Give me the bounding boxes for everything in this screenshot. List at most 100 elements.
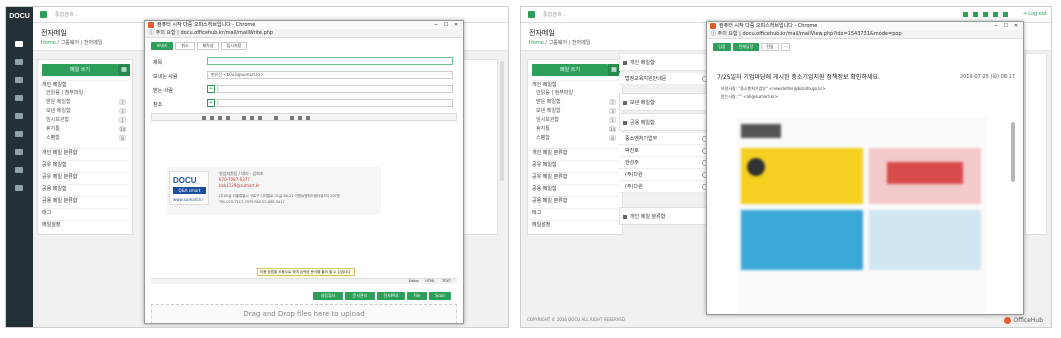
attach-my-computer-button[interactable]: 내컴퓨터 bbox=[313, 292, 343, 300]
shared-row[interactable]: (주)다원 bbox=[619, 181, 711, 193]
shared-row[interactable]: (주)다원 bbox=[619, 169, 711, 181]
public-class-header[interactable]: 공용 메일 분류함 bbox=[42, 196, 128, 205]
personal-box[interactable]: 개인 메일함 bbox=[619, 53, 711, 71]
send-button[interactable]: 보내기 bbox=[151, 42, 173, 50]
shared-mailbox-header[interactable]: 공유 메일함 bbox=[42, 160, 128, 169]
search-input-2[interactable]: 통합검색... bbox=[539, 10, 629, 20]
dropzone[interactable]: Drag and Drop files here to upload bbox=[151, 304, 457, 323]
tag-header[interactable]: 태그 bbox=[42, 208, 128, 217]
receiver-value[interactable]: "" <all@sumart.kr> bbox=[738, 94, 778, 99]
bold-icon[interactable] bbox=[202, 116, 206, 120]
document-nav-icon[interactable] bbox=[15, 59, 23, 65]
cancel-button[interactable]: 취소 bbox=[175, 42, 195, 50]
to-add-icon[interactable]: + bbox=[207, 85, 215, 93]
personal-mailbox-header-2[interactable]: 개인 메일함 bbox=[532, 80, 618, 89]
sent-item[interactable]: 보낸 메일함 3 bbox=[46, 107, 128, 116]
shared-row[interactable]: 중소벤처기업부 bbox=[619, 133, 711, 145]
bg-scrollbar[interactable] bbox=[500, 61, 504, 181]
unread-item[interactable]: 안읽음 | 첨부파일 bbox=[46, 89, 128, 98]
shared-row[interactable]: 한성주 bbox=[619, 157, 711, 169]
attach-document-button[interactable]: 문서관리 bbox=[345, 292, 375, 300]
unread-item-2[interactable]: 안읽음 | 첨부파일 bbox=[536, 89, 618, 98]
inbox-item[interactable]: 받은 메일함 7 bbox=[46, 98, 128, 107]
menu-toggle-icon[interactable] bbox=[40, 11, 47, 18]
breadcrumb-home-2[interactable]: Home bbox=[529, 40, 544, 46]
view-scrollbar[interactable] bbox=[1011, 122, 1015, 182]
align-left-icon[interactable] bbox=[242, 116, 246, 120]
shared-box[interactable]: 공용 메일함 bbox=[619, 113, 711, 131]
view-url-bar[interactable]: ⓘ 주의 요함 | docu.officehub.kr/mail/mailVie… bbox=[707, 30, 1023, 39]
print-nav-icon[interactable] bbox=[15, 149, 23, 155]
link-icon[interactable] bbox=[290, 116, 294, 120]
alarm-icon[interactable] bbox=[973, 12, 978, 17]
mode-editor[interactable]: Editor bbox=[409, 279, 419, 283]
image-icon[interactable] bbox=[298, 116, 302, 120]
calendar-nav-icon[interactable] bbox=[15, 95, 23, 101]
tag-header-2[interactable]: 태그 bbox=[532, 208, 618, 217]
camera-nav-icon[interactable] bbox=[15, 131, 23, 137]
tools-nav-icon[interactable] bbox=[15, 167, 23, 173]
mail-nav-icon[interactable] bbox=[15, 41, 23, 47]
drafts-item-2[interactable]: 임시보관함 1 bbox=[536, 116, 618, 125]
folder-nav-icon[interactable] bbox=[15, 77, 23, 83]
subject-input[interactable] bbox=[207, 57, 453, 65]
inbox-item-2[interactable]: 받은 메일함 7 bbox=[536, 98, 618, 107]
breadcrumb-groupware[interactable]: 그룹웨어 bbox=[61, 40, 79, 46]
cc-add-icon[interactable]: + bbox=[207, 99, 215, 107]
mode-html[interactable]: HTML bbox=[425, 279, 435, 283]
list-nav-icon[interactable] bbox=[15, 113, 23, 119]
download-icon[interactable] bbox=[983, 12, 988, 17]
trash-item[interactable]: 휴지통 34 bbox=[46, 125, 128, 134]
shared-class-header[interactable]: 공유 메일 분류함 bbox=[42, 172, 128, 181]
sender-select[interactable]: 변유진 <b0u3@sumart.kr> bbox=[207, 71, 453, 79]
rewrite-button[interactable]: 재작성 bbox=[197, 42, 219, 50]
mode-text[interactable]: TEXT bbox=[442, 279, 451, 283]
attach-file-button[interactable]: File bbox=[407, 292, 427, 300]
lock-icon[interactable] bbox=[963, 12, 968, 17]
sent-item-2[interactable]: 보낸 메일함 3 bbox=[536, 107, 618, 116]
personal-class-header-2[interactable]: 개인 메일 분류함 bbox=[532, 148, 618, 157]
notice-row[interactable]: 법정교육지원안내문 bbox=[619, 73, 711, 85]
more-options-button[interactable]: ⋯ bbox=[781, 43, 790, 51]
breadcrumb-home[interactable]: Home bbox=[41, 40, 56, 46]
maximize-icon[interactable]: ☐ bbox=[441, 21, 451, 29]
compose-options-icon[interactable]: ▦ bbox=[118, 64, 130, 76]
sender-value[interactable]: "중소벤처기업부" <newsletter@bizinfo.go.kr> bbox=[738, 86, 825, 91]
underline-icon[interactable] bbox=[218, 116, 222, 120]
align-right-icon[interactable] bbox=[258, 116, 262, 120]
public-mailbox-header[interactable]: 공용 메일함 bbox=[42, 184, 128, 193]
personal-mailbox-header[interactable]: 개인 메일함 bbox=[42, 80, 128, 89]
sent-box[interactable]: 보낸 메일함 bbox=[619, 93, 711, 111]
compose-button[interactable]: 메일 쓰기 bbox=[42, 64, 118, 76]
settings-nav-icon[interactable] bbox=[15, 185, 23, 191]
close-icon[interactable]: ✕ bbox=[451, 21, 461, 29]
to-input[interactable] bbox=[217, 85, 453, 93]
font-color-icon[interactable] bbox=[226, 116, 230, 120]
close-icon[interactable]: ✕ bbox=[1011, 22, 1021, 30]
trash-item-2[interactable]: 휴지통 34 bbox=[536, 125, 618, 134]
spam-item-2[interactable]: 스팸함 8 bbox=[536, 134, 618, 143]
forward-button[interactable]: 전달 bbox=[761, 43, 779, 51]
italic-icon[interactable] bbox=[210, 116, 214, 120]
compose-url-bar[interactable]: ⓘ 주의 요함 | docu.officehub.kr/mail/mailWri… bbox=[145, 29, 463, 38]
logout-link[interactable]: ⇥ Log out bbox=[1023, 11, 1048, 17]
personal-class-header[interactable]: 개인 메일 분류함 bbox=[42, 148, 128, 157]
attach-efax-button[interactable]: 전자PAX bbox=[377, 292, 405, 300]
reply-all-button[interactable]: 전체답장 bbox=[733, 43, 759, 51]
mail-settings-link[interactable]: 메일설정 bbox=[42, 220, 128, 229]
reply-button[interactable]: 답장 bbox=[713, 43, 731, 51]
print-icon[interactable] bbox=[993, 12, 998, 17]
minimize-icon[interactable]: ─ bbox=[991, 22, 1001, 30]
compose-button-2[interactable]: 메일 쓰기 bbox=[532, 64, 608, 76]
mail-settings-link-2[interactable]: 메일설정 bbox=[532, 220, 618, 229]
align-center-icon[interactable] bbox=[250, 116, 254, 120]
attach-scan-button[interactable]: Scan bbox=[429, 292, 451, 300]
personal-class-box[interactable]: 개인 메일 분류함 bbox=[619, 207, 711, 225]
public-mailbox-header-2[interactable]: 공용 메일함 bbox=[532, 184, 618, 193]
menu-toggle-icon-2[interactable] bbox=[528, 11, 535, 18]
spam-item[interactable]: 스팸함 8 bbox=[46, 134, 128, 143]
shared-mailbox-header-2[interactable]: 공유 메일함 bbox=[532, 160, 618, 169]
maximize-icon[interactable]: ☐ bbox=[1001, 22, 1011, 30]
table-icon[interactable] bbox=[306, 116, 310, 120]
save-draft-button[interactable]: 임시저장 bbox=[221, 42, 247, 50]
